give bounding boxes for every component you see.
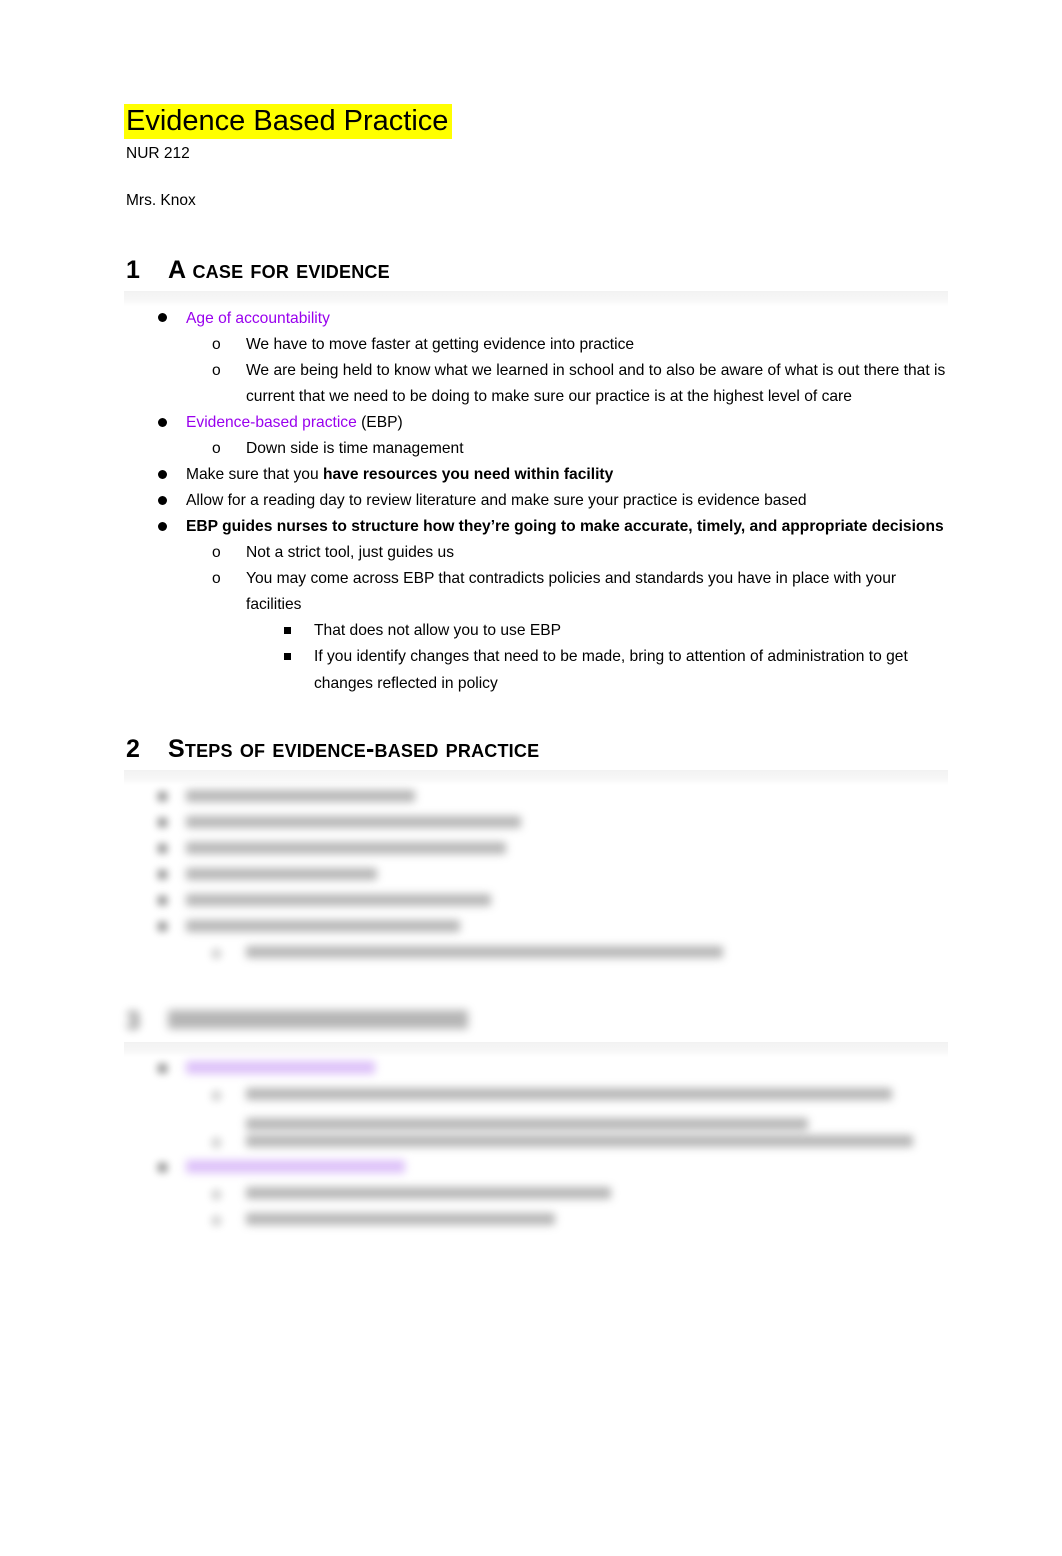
section-1-heading: 1 A case for evidence <box>126 256 948 285</box>
section-1-list: Age of accountability o We have to move … <box>124 306 948 696</box>
list-item: o <box>212 1208 948 1234</box>
list-item-text: Evidence-based practice <box>186 414 357 432</box>
list-item-text: Age of accountability <box>186 310 330 328</box>
list-item <box>158 785 948 811</box>
blurred-list-1: o <box>124 785 948 967</box>
bullet-disc-icon <box>158 488 178 514</box>
list-item: Allow for a reading day to review litera… <box>158 488 948 514</box>
bullet-disc-icon <box>158 785 178 811</box>
page-title: Evidence Based Practice <box>124 104 453 139</box>
list-item: o We are being held to know what we lear… <box>212 358 948 410</box>
list-item-text-bold: have resources you need within facility <box>322 466 614 484</box>
bullet-disc-icon <box>158 1156 178 1182</box>
list-item: EBP guides nurses to structure how they’… <box>158 514 948 540</box>
list-item <box>158 1156 948 1182</box>
bullet-disc-icon <box>158 915 178 941</box>
section-2-number: 2 <box>126 734 140 763</box>
bullet-o-icon: o <box>212 362 221 380</box>
list-item: If you identify changes that need to be … <box>284 644 948 696</box>
blurred-section-3-heading: 3 <box>126 1007 948 1036</box>
list-item: o You may come across EBP that contradic… <box>212 566 948 618</box>
list-item: o <box>212 1130 948 1156</box>
title-block: Evidence Based Practice NUR 212 Mrs. Kno… <box>124 104 948 212</box>
list-item-text: Down side is time management <box>246 440 464 458</box>
bullet-square-icon <box>284 618 304 644</box>
list-item: o Down side is time management <box>212 436 948 462</box>
list-item <box>158 837 948 863</box>
bullet-disc-icon <box>158 889 178 915</box>
section-3-band <box>124 1041 948 1057</box>
list-item-text: Allow for a reading day to review litera… <box>186 492 807 510</box>
bullet-o-icon: o <box>212 570 221 588</box>
list-item: o We have to move faster at getting evid… <box>212 332 948 358</box>
section-2-heading: 2 Steps of Evidence-Based practice <box>126 735 948 764</box>
list-item <box>158 915 948 941</box>
list-item: o <box>212 1182 948 1208</box>
section-2-title: Steps of Evidence-Based practice <box>168 734 540 763</box>
bullet-disc-icon <box>158 462 178 488</box>
bullet-o-icon: o <box>212 1133 221 1151</box>
bullet-disc-icon <box>158 837 178 863</box>
bullet-square-icon <box>284 644 304 670</box>
list-item <box>158 889 948 915</box>
bullet-o-icon: o <box>212 544 221 562</box>
list-item-text-suffix: (EBP) <box>356 414 403 432</box>
list-item-text: If you identify changes that need to be … <box>314 648 908 692</box>
blurred-list-2: o o o o <box>124 1057 948 1234</box>
list-item: Make sure that you have resources you ne… <box>158 462 948 488</box>
section-1: 1 A case for evidence Age of accountabil… <box>124 256 948 696</box>
blurred-section-3-number: 3 <box>126 1006 140 1035</box>
document-content: Evidence Based Practice NUR 212 Mrs. Kno… <box>124 104 948 1234</box>
list-item <box>158 811 948 837</box>
section-2: 2 Steps of Evidence-Based practice <box>124 735 948 785</box>
list-item: Evidence-based practice (EBP) <box>158 410 948 436</box>
section-1-number: 1 <box>126 256 140 285</box>
bullet-o-icon: o <box>212 336 221 354</box>
bullet-o-icon: o <box>212 1185 221 1203</box>
list-item: o Not a strict tool, just guides us <box>212 540 948 566</box>
list-item <box>158 863 948 889</box>
instructor-name: Mrs. Knox <box>126 192 196 210</box>
section-1-band <box>124 291 948 307</box>
bullet-disc-icon <box>158 811 178 837</box>
page-title-highlight: Evidence Based Practice <box>124 104 453 139</box>
document-page: Evidence Based Practice NUR 212 Mrs. Kno… <box>0 0 1062 1556</box>
list-item: Age of accountability <box>158 306 948 332</box>
list-item: o <box>212 1083 948 1130</box>
list-item-text: We are being held to know what we learne… <box>246 362 946 406</box>
bullet-disc-icon <box>158 514 178 540</box>
section-1-title: A case for evidence <box>168 256 390 285</box>
bullet-o-icon: o <box>212 1086 221 1104</box>
list-item-text: EBP guides nurses to structure how they’… <box>186 518 944 536</box>
bullet-o-icon: o <box>212 944 221 962</box>
list-item <box>158 1057 948 1083</box>
list-item-text: Make sure that you <box>186 466 323 484</box>
list-item: That does not allow you to use EBP <box>284 618 948 644</box>
list-item-text: You may come across EBP that contradicts… <box>246 570 897 614</box>
locked-preview-region: o 3 o o o o <box>124 785 948 1234</box>
list-item-text: Not a strict tool, just guides us <box>246 544 455 562</box>
list-item: o <box>212 941 948 967</box>
bullet-disc-icon <box>158 1057 178 1083</box>
list-item-text: We have to move faster at getting eviden… <box>246 336 635 354</box>
bullet-disc-icon <box>158 863 178 889</box>
bullet-o-icon: o <box>212 1211 221 1229</box>
bullet-disc-icon <box>158 306 178 332</box>
section-2-band <box>124 769 948 785</box>
bullet-o-icon: o <box>212 440 221 458</box>
list-item-text: That does not allow you to use EBP <box>314 622 562 640</box>
course-code: NUR 212 <box>126 145 190 163</box>
bullet-disc-icon <box>158 410 178 436</box>
